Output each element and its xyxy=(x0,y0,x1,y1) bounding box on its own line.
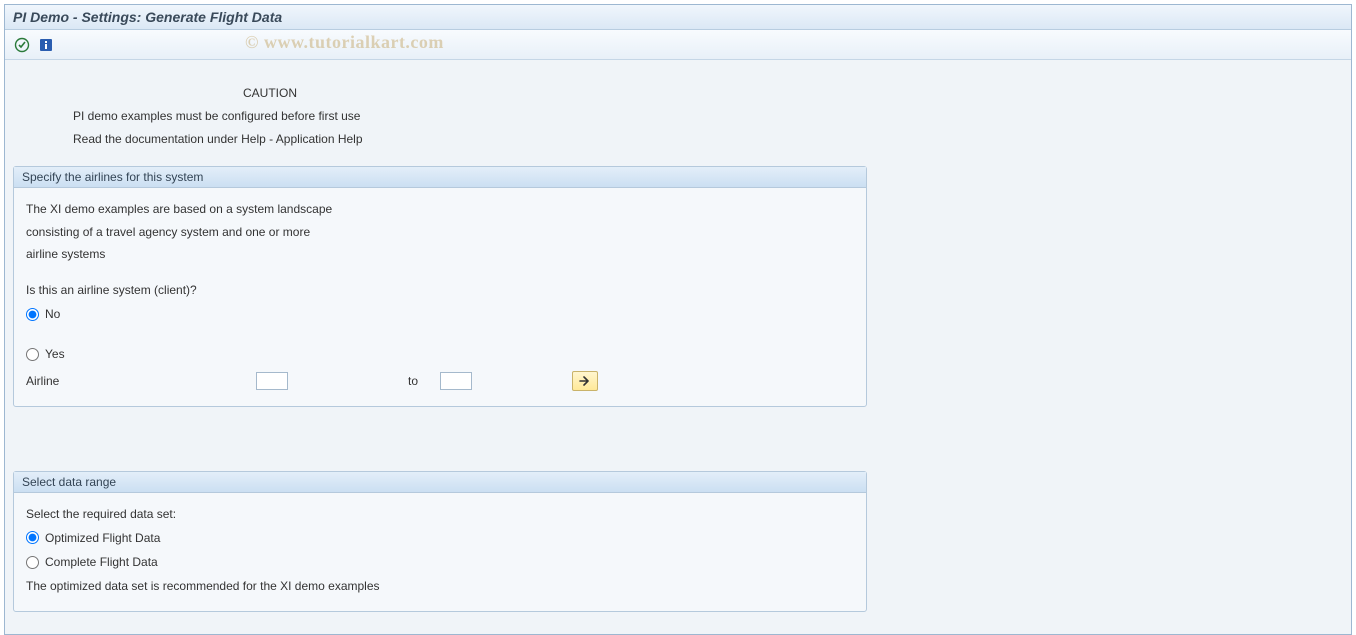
window-title: PI Demo - Settings: Generate Flight Data xyxy=(13,9,282,25)
radio-no-row[interactable]: No xyxy=(26,303,854,325)
airline-to-input[interactable] xyxy=(440,372,472,390)
radio-optimized-label: Optimized Flight Data xyxy=(45,527,160,549)
airlines-group: Specify the airlines for this system The… xyxy=(13,166,867,406)
desc-line-2: consisting of a travel agency system and… xyxy=(26,221,854,243)
caution-line-2: Read the documentation under Help - Appl… xyxy=(13,128,1343,151)
airline-range-row: Airline to xyxy=(26,370,854,392)
airlines-group-header: Specify the airlines for this system xyxy=(14,167,866,188)
data-range-group-body: Select the required data set: Optimized … xyxy=(14,493,866,612)
watermark-text: © www.tutorialkart.com xyxy=(245,32,444,53)
radio-complete-row[interactable]: Complete Flight Data xyxy=(26,551,854,573)
data-range-group: Select data range Select the required da… xyxy=(13,471,867,613)
title-bar: PI Demo - Settings: Generate Flight Data xyxy=(5,5,1351,30)
caution-line-1: PI demo examples must be configured befo… xyxy=(13,105,1343,128)
data-range-hint: The optimized data set is recommended fo… xyxy=(26,575,854,597)
radio-complete-label: Complete Flight Data xyxy=(45,551,158,573)
airline-field-label: Airline xyxy=(26,370,246,392)
to-label: to xyxy=(408,370,430,392)
caution-block: CAUTION PI demo examples must be configu… xyxy=(13,64,1343,166)
airlines-group-body: The XI demo examples are based on a syst… xyxy=(14,188,866,405)
radio-optimized-row[interactable]: Optimized Flight Data xyxy=(26,527,854,549)
data-range-prompt: Select the required data set: xyxy=(26,503,854,525)
radio-complete-input[interactable] xyxy=(26,556,39,569)
radio-yes-input[interactable] xyxy=(26,348,39,361)
airline-from-input[interactable] xyxy=(256,372,288,390)
desc-line-3: airline systems xyxy=(26,243,854,265)
toolbar: © www.tutorialkart.com xyxy=(5,30,1351,60)
main-window: PI Demo - Settings: Generate Flight Data… xyxy=(4,4,1352,635)
radio-yes-label: Yes xyxy=(45,343,65,365)
radio-optimized-input[interactable] xyxy=(26,531,39,544)
info-icon[interactable] xyxy=(37,36,55,54)
content-area: CAUTION PI demo examples must be configu… xyxy=(5,60,1351,634)
arrow-right-icon xyxy=(578,375,592,387)
data-range-group-header: Select data range xyxy=(14,472,866,493)
airline-question: Is this an airline system (client)? xyxy=(26,279,854,301)
radio-no-input[interactable] xyxy=(26,308,39,321)
execute-icon[interactable] xyxy=(13,36,31,54)
radio-no-label: No xyxy=(45,303,60,325)
multiple-selection-button[interactable] xyxy=(572,371,598,391)
radio-yes-row[interactable]: Yes xyxy=(26,343,854,365)
caution-title: CAUTION xyxy=(13,82,1343,105)
desc-line-1: The XI demo examples are based on a syst… xyxy=(26,198,854,220)
